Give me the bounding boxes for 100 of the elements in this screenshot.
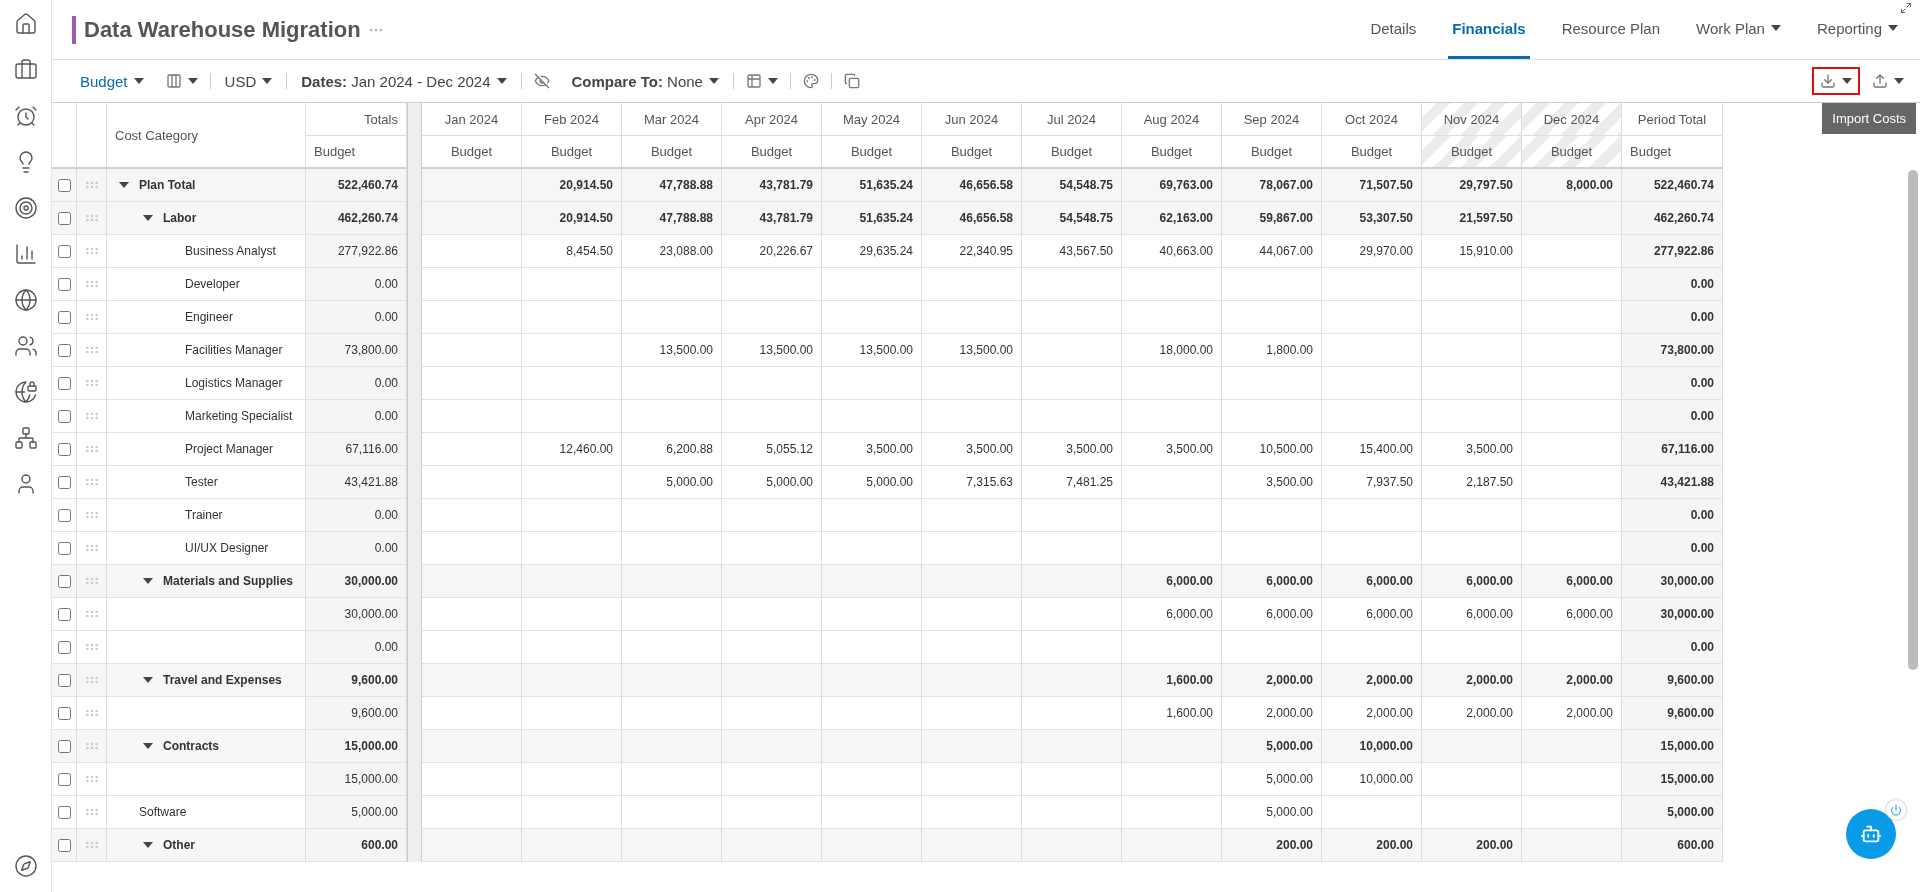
expand-caret-icon (143, 842, 153, 848)
table-cell: 20,914.50 (522, 202, 622, 235)
caret-icon (262, 78, 273, 84)
table-cell: 7,937.50 (1322, 466, 1422, 499)
briefcase-icon[interactable] (13, 58, 38, 82)
table-cell: 277,922.86 (1622, 235, 1723, 268)
table-cell: 0.00 (306, 631, 407, 664)
table-cell: 43,421.88 (306, 466, 407, 499)
table-cell: 54,548.75 (1022, 202, 1122, 235)
cost-category-name: Trainer (185, 508, 223, 522)
row-checkbox[interactable] (57, 706, 71, 720)
row-checkbox[interactable] (57, 178, 71, 192)
compass-icon[interactable] (13, 854, 38, 878)
table-cell: 15,400.00 (1322, 433, 1422, 466)
nav-tab[interactable]: Reporting (1812, 0, 1902, 59)
target-icon[interactable] (13, 196, 38, 220)
table-cell: 15,000.00 (1622, 763, 1723, 796)
nav-tab[interactable]: Details (1366, 0, 1421, 59)
row-checkbox[interactable] (57, 244, 71, 258)
table-cell: 15,000.00 (1622, 730, 1723, 763)
nav-tab[interactable]: Work Plan (1692, 0, 1785, 59)
table-cell: 43,781.79 (722, 202, 822, 235)
nav-tab[interactable]: Financials (1448, 0, 1530, 59)
table-cell: 13,500.00 (922, 334, 1022, 367)
table-cell: 0.00 (306, 301, 407, 334)
column-header: May 2024 (822, 103, 922, 136)
row-checkbox[interactable] (57, 442, 71, 456)
table-cell: 0.00 (306, 499, 407, 532)
cost-category-name: UI/UX Designer (185, 541, 269, 555)
column-header: Dec 2024 (1522, 103, 1622, 136)
row-checkbox[interactable] (57, 739, 71, 753)
nav-tab[interactable]: Resource Plan (1557, 0, 1665, 59)
row-checkbox[interactable] (57, 640, 71, 654)
table-cell: 46,656.58 (922, 169, 1022, 202)
table-cell: 40,663.00 (1122, 235, 1222, 268)
row-checkbox[interactable] (57, 574, 71, 588)
table-cell: 44,067.00 (1222, 235, 1322, 268)
row-checkbox[interactable] (57, 475, 71, 489)
table-cell: 10,000.00 (1322, 763, 1422, 796)
chart-icon[interactable] (13, 242, 38, 266)
table-cell: 277,922.86 (306, 235, 407, 268)
table-cell: 8,000.00 (1522, 169, 1622, 202)
table-cell: 59,867.00 (1222, 202, 1322, 235)
row-checkbox[interactable] (57, 838, 71, 852)
tooltip: Import Costs (1822, 103, 1916, 134)
caret-icon (1888, 25, 1898, 31)
table-cell: 21,597.50 (1422, 202, 1522, 235)
clock-icon[interactable] (13, 104, 38, 128)
row-checkbox[interactable] (57, 541, 71, 555)
robot-icon (1860, 823, 1882, 845)
caret-icon (1842, 78, 1852, 84)
table-cell: 15,000.00 (306, 763, 407, 796)
table-cell: 522,460.74 (306, 169, 407, 202)
compare-dropdown[interactable]: Compare To: None (561, 68, 729, 94)
home-icon[interactable] (13, 12, 38, 36)
globe-icon[interactable] (13, 288, 38, 312)
table-cell: 0.00 (306, 400, 407, 433)
row-checkbox[interactable] (57, 376, 71, 390)
caret-icon (496, 78, 507, 84)
currency-dropdown[interactable]: USD (214, 68, 283, 94)
row-checkbox[interactable] (57, 805, 71, 819)
row-checkbox[interactable] (57, 310, 71, 324)
row-checkbox[interactable] (57, 343, 71, 357)
table-cell: 43,421.88 (1622, 466, 1723, 499)
expand-caret-icon (143, 743, 153, 749)
table-cell: 29,635.24 (822, 235, 922, 268)
row-checkbox[interactable] (57, 673, 71, 687)
chatbot-button[interactable] (1846, 809, 1896, 859)
import-button[interactable] (1812, 67, 1860, 95)
table-cell: 22,340.95 (922, 235, 1022, 268)
table-cell: 3,500.00 (1022, 433, 1122, 466)
row-checkbox[interactable] (57, 277, 71, 291)
column-header: Apr 2024 (722, 103, 822, 136)
table-cell: 0.00 (1622, 400, 1723, 433)
expand-caret-icon (143, 677, 153, 683)
copy-icon (843, 73, 860, 89)
hierarchy-icon[interactable] (13, 426, 38, 450)
expand-icon[interactable] (1900, 2, 1912, 14)
row-checkbox[interactable] (57, 508, 71, 522)
row-checkbox[interactable] (57, 211, 71, 225)
download-icon (1820, 73, 1836, 89)
table-cell: 73,800.00 (306, 334, 407, 367)
caret-icon (767, 78, 778, 84)
people-icon[interactable] (13, 334, 38, 358)
cost-category-name: Facilities Manager (185, 343, 283, 357)
row-checkbox[interactable] (57, 607, 71, 621)
scrollbar[interactable] (1908, 170, 1918, 670)
column-subheader: Budget (1422, 136, 1522, 169)
globe-chart-icon[interactable] (13, 380, 38, 404)
table-cell: 20,914.50 (522, 169, 622, 202)
column-header: Period Total (1622, 103, 1723, 136)
row-checkbox[interactable] (57, 409, 71, 423)
table-cell: 0.00 (1622, 268, 1723, 301)
title-accent-bar (72, 15, 76, 44)
table-cell: 2,000.00 (1322, 664, 1422, 697)
row-checkbox[interactable] (57, 772, 71, 786)
table-cell: 6,000.00 (1522, 598, 1622, 631)
view-dropdown[interactable]: Budget (70, 68, 154, 94)
dates-dropdown[interactable]: Dates: Jan 2024 - Dec 2024 (291, 68, 517, 94)
power-button[interactable] (1886, 800, 1906, 820)
